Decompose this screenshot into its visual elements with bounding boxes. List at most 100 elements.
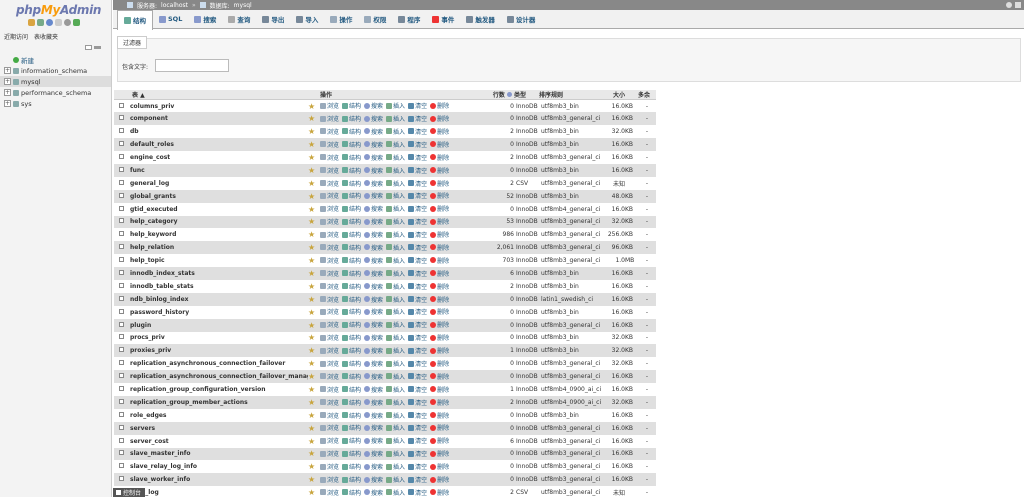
browse-action[interactable]: 浏览: [320, 346, 339, 355]
tab-4[interactable]: 导出: [256, 10, 290, 29]
structure-action[interactable]: 结构: [342, 179, 361, 188]
table-name-link[interactable]: slave_master_info: [130, 447, 308, 461]
browse-action[interactable]: 浏览: [320, 333, 339, 342]
drop-action[interactable]: 删除: [430, 372, 449, 381]
structure-action[interactable]: 结构: [342, 488, 361, 497]
browse-action[interactable]: 浏览: [320, 256, 339, 265]
tab-5[interactable]: 导入: [290, 10, 324, 29]
insert-action[interactable]: 插入: [386, 230, 405, 239]
browse-action[interactable]: 浏览: [320, 101, 339, 110]
structure-action[interactable]: 结构: [342, 101, 361, 110]
browse-action[interactable]: 浏览: [320, 179, 339, 188]
drop-action[interactable]: 删除: [430, 256, 449, 265]
structure-action[interactable]: 结构: [342, 411, 361, 420]
structure-action[interactable]: 结构: [342, 346, 361, 355]
row-checkbox[interactable]: [119, 115, 124, 121]
table-name-link[interactable]: replication_group_member_actions: [130, 395, 308, 409]
row-checkbox[interactable]: [119, 218, 124, 224]
tab-6[interactable]: 操作: [324, 10, 358, 29]
structure-action[interactable]: 结构: [342, 436, 361, 445]
row-checkbox[interactable]: [119, 347, 124, 353]
header-table[interactable]: 表 ▲: [130, 90, 308, 100]
expand-icon[interactable]: +: [4, 78, 11, 85]
structure-action[interactable]: 结构: [342, 372, 361, 381]
search-action[interactable]: 搜索: [364, 114, 383, 123]
structure-action[interactable]: 结构: [342, 256, 361, 265]
search-action[interactable]: 搜索: [364, 166, 383, 175]
gear-icon[interactable]: [1006, 2, 1012, 8]
favorite-tables-link[interactable]: 表收藏夹: [34, 32, 58, 41]
drop-action[interactable]: 删除: [430, 436, 449, 445]
row-checkbox[interactable]: [119, 308, 124, 314]
row-checkbox[interactable]: [119, 231, 124, 237]
browse-action[interactable]: 浏览: [320, 114, 339, 123]
header-type[interactable]: 类型: [514, 90, 539, 100]
insert-action[interactable]: 插入: [386, 295, 405, 304]
table-name-link[interactable]: default_roles: [130, 138, 308, 152]
star-icon[interactable]: ★: [308, 153, 315, 162]
insert-action[interactable]: 插入: [386, 217, 405, 226]
insert-action[interactable]: 插入: [386, 179, 405, 188]
empty-action[interactable]: 清空: [408, 153, 427, 162]
drop-action[interactable]: 删除: [430, 333, 449, 342]
search-action[interactable]: 搜索: [364, 398, 383, 407]
drop-action[interactable]: 删除: [430, 359, 449, 368]
table-name-link[interactable]: replication_asynchronous_connection_fail…: [130, 357, 308, 371]
settings-icon[interactable]: [64, 19, 71, 26]
search-action[interactable]: 搜索: [364, 191, 383, 200]
star-icon[interactable]: ★: [308, 372, 315, 381]
tab-0[interactable]: 结构: [117, 9, 153, 30]
empty-action[interactable]: 清空: [408, 333, 427, 342]
drop-action[interactable]: 删除: [430, 385, 449, 394]
search-action[interactable]: 搜索: [364, 462, 383, 471]
browse-action[interactable]: 浏览: [320, 295, 339, 304]
insert-action[interactable]: 插入: [386, 127, 405, 136]
table-name-link[interactable]: server_cost: [130, 434, 308, 448]
insert-action[interactable]: 插入: [386, 385, 405, 394]
table-name-link[interactable]: global_grants: [130, 189, 308, 203]
header-rows[interactable]: 行数: [486, 90, 514, 100]
insert-action[interactable]: 插入: [386, 423, 405, 432]
search-action[interactable]: 搜索: [364, 217, 383, 226]
drop-action[interactable]: 删除: [430, 179, 449, 188]
row-checkbox[interactable]: [119, 141, 124, 147]
tab-7[interactable]: 权限: [358, 10, 392, 29]
header-overhead[interactable]: 多余: [638, 90, 656, 100]
structure-action[interactable]: 结构: [342, 449, 361, 458]
search-action[interactable]: 搜索: [364, 436, 383, 445]
search-action[interactable]: 搜索: [364, 140, 383, 149]
star-icon[interactable]: ★: [308, 449, 315, 458]
table-name-link[interactable]: columns_priv: [130, 99, 308, 113]
expand-icon[interactable]: +: [4, 100, 11, 107]
star-icon[interactable]: ★: [308, 321, 315, 330]
table-name-link[interactable]: servers: [130, 421, 308, 435]
star-icon[interactable]: ★: [308, 346, 315, 355]
recent-tables-link[interactable]: 近期访问: [4, 32, 28, 41]
empty-action[interactable]: 清空: [408, 127, 427, 136]
table-name-link[interactable]: help_topic: [130, 254, 308, 268]
row-checkbox[interactable]: [119, 166, 124, 172]
breadcrumb-server-label[interactable]: 服务器:: [137, 1, 157, 10]
tree-item-db[interactable]: + mysql: [0, 76, 111, 87]
insert-action[interactable]: 插入: [386, 475, 405, 484]
browse-action[interactable]: 浏览: [320, 282, 339, 291]
insert-action[interactable]: 插入: [386, 359, 405, 368]
drop-action[interactable]: 删除: [430, 398, 449, 407]
tree-item-db[interactable]: + information_schema: [0, 65, 111, 76]
row-checkbox[interactable]: [119, 244, 124, 250]
empty-action[interactable]: 清空: [408, 359, 427, 368]
structure-action[interactable]: 结构: [342, 295, 361, 304]
table-name-link[interactable]: innodb_index_stats: [130, 267, 308, 280]
row-checkbox[interactable]: [119, 102, 124, 108]
drop-action[interactable]: 删除: [430, 127, 449, 136]
browse-action[interactable]: 浏览: [320, 307, 339, 316]
search-action[interactable]: 搜索: [364, 153, 383, 162]
structure-action[interactable]: 结构: [342, 191, 361, 200]
table-name-link[interactable]: func: [130, 163, 308, 177]
browse-action[interactable]: 浏览: [320, 320, 339, 329]
insert-action[interactable]: 插入: [386, 436, 405, 445]
insert-action[interactable]: 插入: [386, 488, 405, 497]
empty-action[interactable]: 清空: [408, 423, 427, 432]
star-icon[interactable]: ★: [308, 411, 315, 420]
tab-10[interactable]: 触发器: [460, 10, 501, 29]
